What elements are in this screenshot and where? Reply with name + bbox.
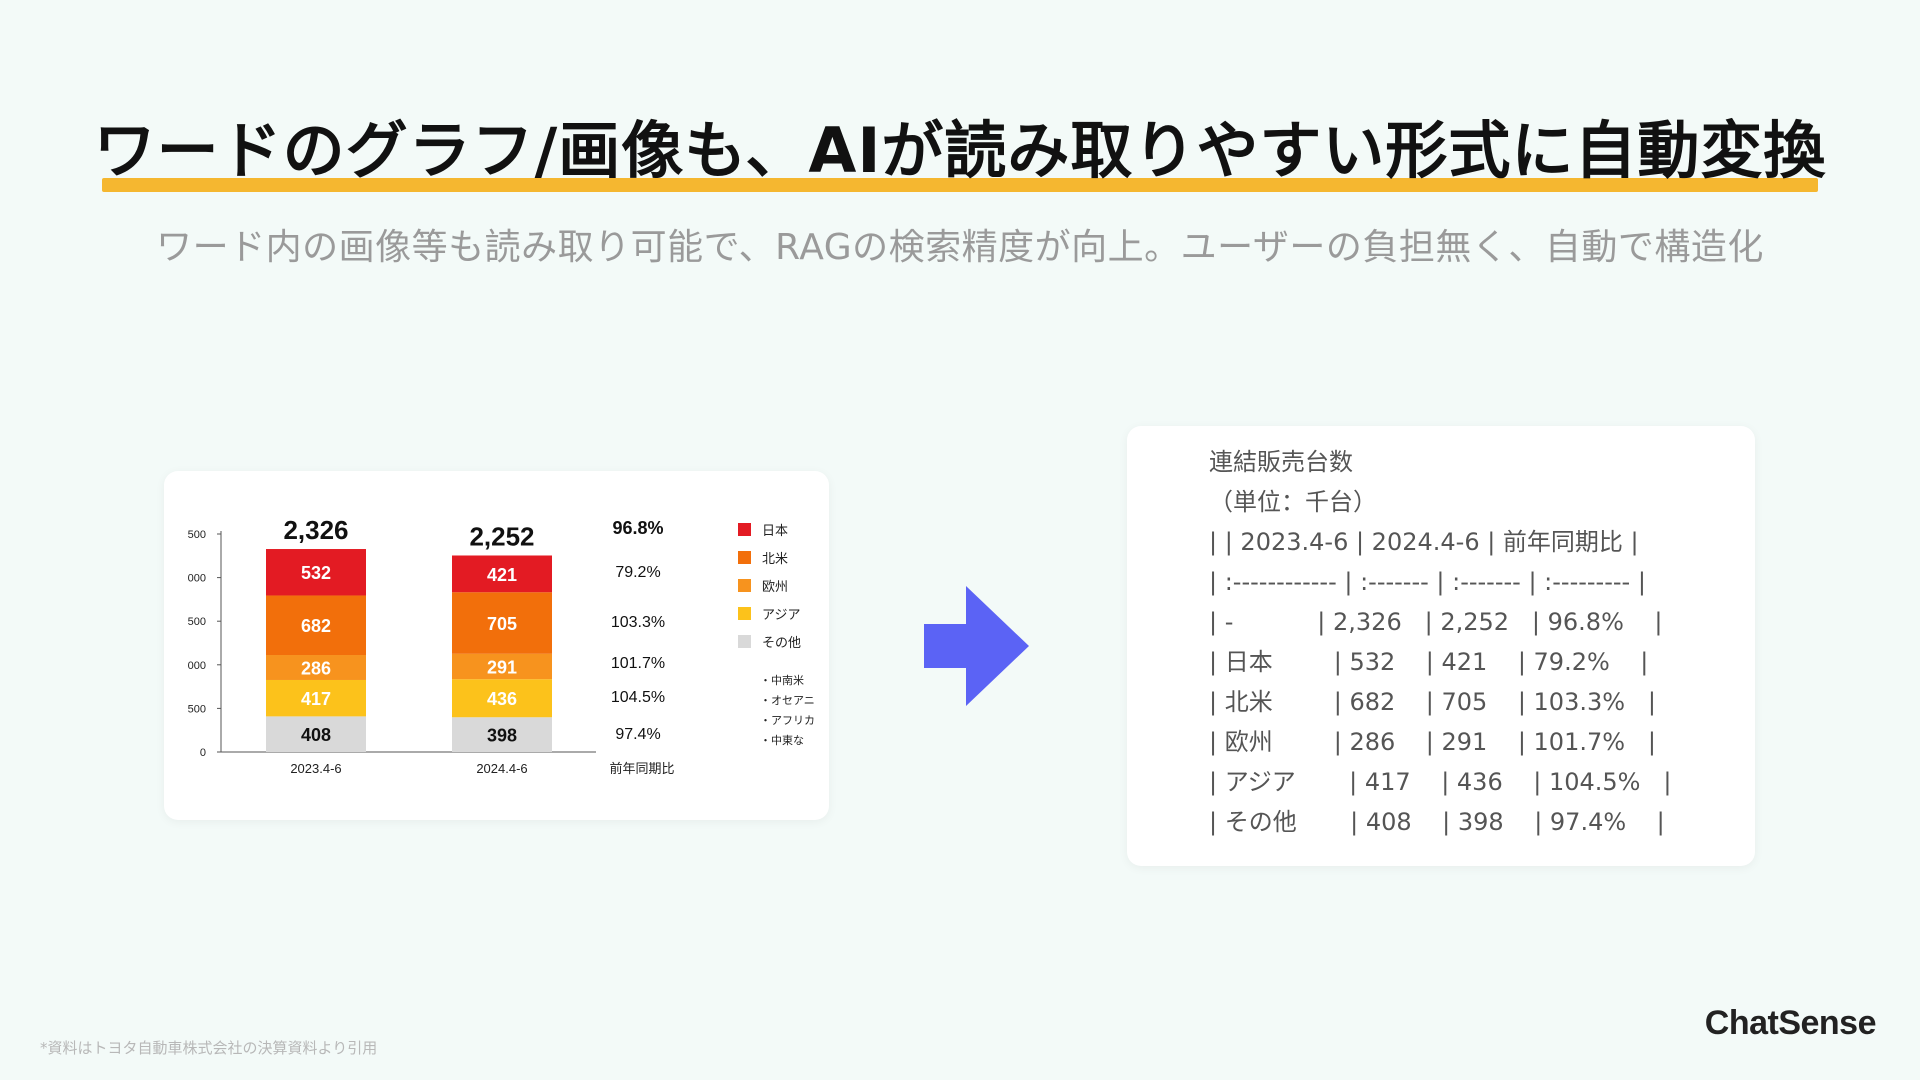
- bar-total-label: 2,252: [469, 521, 534, 551]
- legend-label: 欧州: [762, 579, 788, 594]
- legend-sub-item: ・中東な: [760, 734, 804, 747]
- markdown-line: | 北米 | 682 | 705 | 103.3% |: [1209, 688, 1657, 716]
- legend-swatch: [738, 607, 751, 620]
- yoy-value: 104.5%: [611, 689, 665, 706]
- source-footnote: *資料はトヨタ自動車株式会社の決算資料より引用: [40, 1039, 378, 1057]
- legend-label: アジア: [762, 607, 800, 622]
- bar-value-label: 408: [301, 725, 331, 745]
- yoy-value: 97.4%: [615, 726, 660, 743]
- yoy-value: 96.8%: [612, 518, 663, 538]
- y-tick-label: 000: [188, 660, 206, 672]
- legend-sub-item: ・アフリカ: [760, 714, 815, 727]
- y-tick-label: 500: [188, 703, 206, 715]
- bar-value-label: 682: [301, 616, 331, 636]
- bar-value-label: 421: [487, 565, 517, 585]
- x-tick-label: 2024.4-6: [476, 761, 527, 776]
- bar-value-label: 417: [301, 689, 331, 709]
- legend-label: 北米: [762, 551, 788, 566]
- markdown-line: | アジア | 417 | 436 | 104.5% |: [1209, 768, 1672, 796]
- bar-value-label: 398: [487, 726, 517, 746]
- x-tick-label: 2023.4-6: [290, 761, 341, 776]
- legend-label: その他: [762, 635, 801, 650]
- legend-swatch: [738, 551, 751, 564]
- markdown-line: 連結販売台数: [1209, 448, 1353, 476]
- title-wrap: ワードのグラフ/画像も、AIが読み取りやすい形式に自動変換: [0, 100, 1920, 192]
- legend-swatch: [738, 579, 751, 592]
- bar-total-label: 2,326: [283, 515, 348, 545]
- legend-swatch: [738, 635, 751, 648]
- y-tick-label: 000: [188, 573, 206, 585]
- markdown-line: | | 2023.4-6 | 2024.4-6 | 前年同期比 |: [1209, 528, 1639, 556]
- yoy-value: 103.3%: [611, 614, 665, 631]
- y-tick-label: 500: [188, 616, 206, 628]
- arrow-right-icon: [924, 586, 1029, 706]
- yoy-value: 101.7%: [611, 655, 665, 672]
- bar-value-label: 291: [487, 657, 517, 677]
- yoy-value: 79.2%: [615, 564, 660, 581]
- markdown-line: | 欧州 | 286 | 291 | 101.7% |: [1209, 728, 1657, 756]
- legend-label: 日本: [762, 523, 788, 538]
- chart-image-card: 0 500 000 500 000 500 408 417 286 682 532 2,326 2023…: [164, 471, 829, 820]
- yoy-header: 前年同期比: [609, 761, 674, 776]
- markdown-line: | その他 | 408 | 398 | 97.4% |: [1209, 808, 1665, 836]
- markdown-line: | 日本 | 532 | 421 | 79.2% |: [1209, 648, 1649, 676]
- markdown-output-card: 連結販売台数 （単位：千台） | | 2023.4-6 | 2024.4-6 | 前…: [1127, 426, 1755, 866]
- stacked-bar-chart: 0 500 000 500 000 500 408 417 286 682 532 2,326 2023…: [188, 515, 815, 776]
- y-tick-label: 500: [188, 529, 206, 541]
- markdown-line: | - | 2,326 | 2,252 | 96.8% |: [1209, 608, 1663, 636]
- bar-value-label: 436: [487, 689, 517, 709]
- legend-sub-item: ・中南米: [760, 674, 804, 687]
- legend-swatch: [738, 523, 751, 536]
- page-title-text: ワードのグラフ/画像も、AIが読み取りやすい形式に自動変換: [93, 114, 1827, 187]
- legend-sub-item: ・オセアニ: [760, 694, 815, 707]
- page-subtitle: ワード内の画像等も読み取り可能で、RAGの検索精度が向上。ユーザーの負担無く、自…: [156, 227, 1764, 268]
- y-tick-label: 0: [200, 747, 206, 759]
- markdown-line: （単位：千台）: [1209, 488, 1377, 516]
- brand-logo: ChatSense: [1704, 1004, 1877, 1042]
- page-title: ワードのグラフ/画像も、AIが読み取りやすい形式に自動変換: [93, 100, 1827, 192]
- markdown-text: 連結販売台数 （単位：千台） | | 2023.4-6 | 2024.4-6 | 前…: [1209, 442, 1671, 842]
- bar-value-label: 532: [301, 563, 331, 583]
- bar-value-label: 705: [487, 614, 517, 634]
- bar-value-label: 286: [301, 658, 331, 678]
- markdown-line: | :------------ | :------- | :------- | …: [1209, 568, 1646, 596]
